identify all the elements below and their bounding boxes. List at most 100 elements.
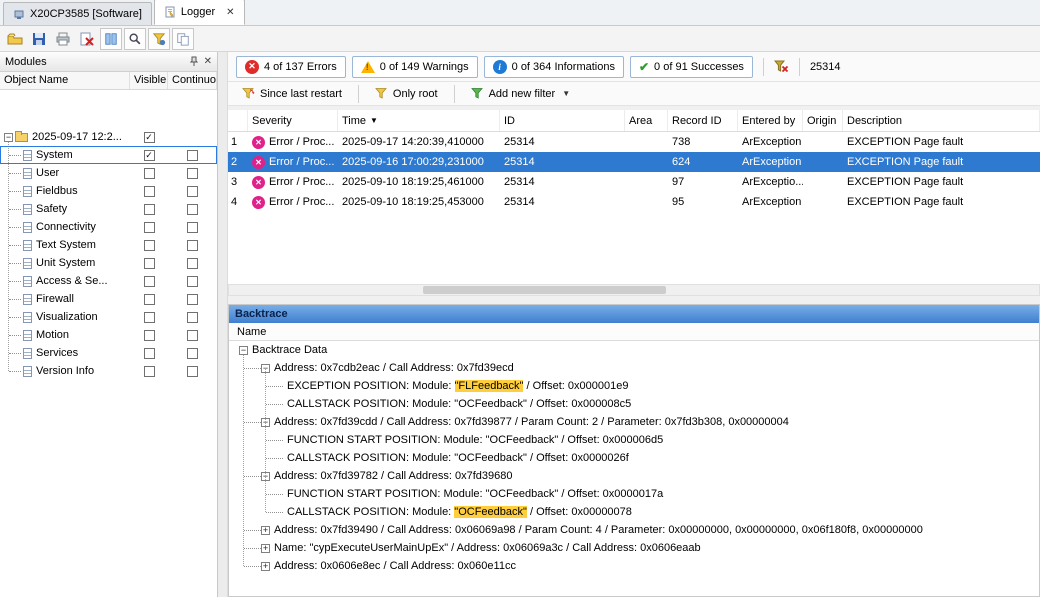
- module-row[interactable]: Safety: [0, 200, 217, 218]
- column-description[interactable]: Description: [843, 110, 1040, 131]
- log-row[interactable]: 2 ✕ Error / Proc... 2025-09-16 17:00:29,231…: [228, 152, 1040, 172]
- horizontal-scrollbar[interactable]: [228, 284, 1040, 296]
- checkbox[interactable]: [143, 329, 155, 341]
- save-icon[interactable]: [28, 28, 50, 50]
- copy-icon[interactable]: [172, 27, 194, 50]
- columns-icon[interactable]: [100, 27, 122, 50]
- checkbox[interactable]: [187, 293, 198, 305]
- collapse-icon[interactable]: −: [4, 132, 13, 142]
- filter-successes-button[interactable]: ✔ 0 of 91 Successes: [629, 55, 753, 78]
- expand-icon[interactable]: +: [261, 543, 270, 553]
- expand-icon[interactable]: +: [261, 561, 270, 571]
- backtrace-node[interactable]: CALLSTACK POSITION: Module: "OCFeedback"…: [229, 395, 1039, 413]
- module-row[interactable]: Access & Se...: [0, 272, 217, 290]
- checkbox[interactable]: [143, 239, 155, 251]
- backtrace-node[interactable]: CALLSTACK POSITION: Module: "OCFeedback"…: [229, 503, 1039, 521]
- module-row[interactable]: Version Info: [0, 362, 217, 380]
- column-entered-by[interactable]: Entered by: [738, 110, 803, 131]
- tab-software[interactable]: X20CP3585 [Software]: [3, 2, 152, 25]
- backtrace-node[interactable]: − Address: 0x7fd39782 / Call Address: 0x7…: [229, 467, 1039, 485]
- log-row[interactable]: 4 ✕ Error / Proc... 2025-09-10 18:19:25,453…: [228, 192, 1040, 212]
- expand-icon[interactable]: +: [261, 525, 270, 535]
- module-row[interactable]: System ✓: [0, 146, 217, 164]
- module-row[interactable]: Fieldbus: [0, 182, 217, 200]
- checkbox[interactable]: [187, 149, 198, 161]
- module-row[interactable]: Visualization: [0, 308, 217, 326]
- collapse-icon[interactable]: −: [239, 345, 248, 355]
- checkbox[interactable]: [187, 239, 198, 251]
- checkbox[interactable]: [187, 257, 198, 269]
- backtrace-node[interactable]: + Address: 0x0606e8ec / Call Address: 0x0…: [229, 557, 1039, 575]
- log-row[interactable]: 1 ✕ Error / Proc... 2025-09-17 14:20:39,410…: [228, 132, 1040, 152]
- module-row[interactable]: Connectivity: [0, 218, 217, 236]
- checkbox[interactable]: [187, 329, 198, 341]
- column-area[interactable]: Area: [625, 110, 668, 131]
- backtrace-node[interactable]: − Address: 0x7cdb2eac / Call Address: 0x7…: [229, 359, 1039, 377]
- module-row[interactable]: Unit System: [0, 254, 217, 272]
- column-severity[interactable]: Severity: [248, 110, 338, 131]
- checkbox[interactable]: [187, 365, 198, 377]
- print-icon[interactable]: [52, 28, 74, 50]
- backtrace-node[interactable]: − Address: 0x7fd39cdd / Call Address: 0x7…: [229, 413, 1039, 431]
- filter-errors-button[interactable]: ✕ 4 of 137 Errors: [236, 55, 346, 78]
- column-visible[interactable]: Visible: [130, 72, 168, 89]
- open-icon[interactable]: [4, 28, 26, 50]
- only-root-toggle[interactable]: Only root: [369, 85, 444, 102]
- checkbox[interactable]: [143, 203, 155, 215]
- checkbox[interactable]: ✓: [143, 149, 155, 161]
- pin-icon[interactable]: [189, 56, 199, 67]
- column-id[interactable]: ID: [500, 110, 625, 131]
- close-panel-icon[interactable]: ✕: [204, 56, 212, 67]
- checkbox[interactable]: [187, 221, 198, 233]
- backtrace-node[interactable]: + Name: "cypExecuteUserMainUpEx" / Addres…: [229, 539, 1039, 557]
- panel-splitter[interactable]: [218, 52, 228, 597]
- module-root-row[interactable]: − 2025-09-17 12:2... ✓: [0, 128, 217, 146]
- clear-filter-icon[interactable]: [773, 59, 789, 74]
- scrollbar-thumb[interactable]: [423, 286, 667, 294]
- module-row[interactable]: User: [0, 164, 217, 182]
- close-tab-icon[interactable]: ✕: [226, 7, 234, 18]
- backtrace-node[interactable]: + Address: 0x7fd39490 / Call Address: 0x0…: [229, 521, 1039, 539]
- column-object-name[interactable]: Object Name: [0, 72, 130, 89]
- search-icon[interactable]: [124, 27, 146, 50]
- since-last-restart-toggle[interactable]: Since last restart: [236, 85, 348, 102]
- checkbox[interactable]: [143, 167, 155, 179]
- checkbox[interactable]: [187, 203, 198, 215]
- column-record-id[interactable]: Record ID: [668, 110, 738, 131]
- backtrace-column-header[interactable]: Name: [229, 323, 1039, 341]
- module-row[interactable]: Motion: [0, 326, 217, 344]
- add-new-filter-button[interactable]: Add new filter ▼: [465, 85, 577, 102]
- column-continuous[interactable]: Continuou: [168, 72, 217, 89]
- log-row[interactable]: 3 ✕ Error / Proc... 2025-09-10 18:19:25,461…: [228, 172, 1040, 192]
- column-origin[interactable]: Origin: [803, 110, 843, 131]
- filter-text-input[interactable]: [809, 60, 950, 73]
- checkbox[interactable]: [143, 221, 155, 233]
- module-row[interactable]: Firewall: [0, 290, 217, 308]
- filter-settings-icon[interactable]: [148, 27, 170, 50]
- filter-warnings-button[interactable]: 0 of 149 Warnings: [351, 55, 478, 78]
- checkbox[interactable]: [143, 311, 155, 323]
- tab-logger[interactable]: Logger ✕: [153, 0, 245, 25]
- backtrace-node[interactable]: CALLSTACK POSITION: Module: "OCFeedback"…: [229, 449, 1039, 467]
- backtrace-node[interactable]: FUNCTION START POSITION: Module: "OCFeed…: [229, 431, 1039, 449]
- checkbox[interactable]: [187, 347, 198, 359]
- backtrace-node[interactable]: FUNCTION START POSITION: Module: "OCFeed…: [229, 485, 1039, 503]
- backtrace-node[interactable]: − Backtrace Data: [229, 341, 1039, 359]
- checkbox[interactable]: ✓: [143, 131, 155, 143]
- backtrace-node[interactable]: EXCEPTION POSITION: Module: "FLFeedback"…: [229, 377, 1039, 395]
- clear-logger-icon[interactable]: [76, 28, 98, 50]
- checkbox[interactable]: [187, 311, 198, 323]
- checkbox[interactable]: [143, 347, 155, 359]
- checkbox[interactable]: [143, 185, 155, 197]
- module-row[interactable]: Text System: [0, 236, 217, 254]
- checkbox[interactable]: [143, 365, 155, 377]
- checkbox[interactable]: [143, 275, 155, 287]
- module-row[interactable]: Services: [0, 344, 217, 362]
- filter-informations-button[interactable]: i 0 of 364 Informations: [483, 55, 624, 78]
- checkbox[interactable]: [187, 185, 198, 197]
- checkbox[interactable]: [187, 167, 198, 179]
- checkbox[interactable]: [143, 257, 155, 269]
- column-time[interactable]: Time ▼: [338, 110, 500, 131]
- checkbox[interactable]: [187, 275, 198, 287]
- checkbox[interactable]: [143, 293, 155, 305]
